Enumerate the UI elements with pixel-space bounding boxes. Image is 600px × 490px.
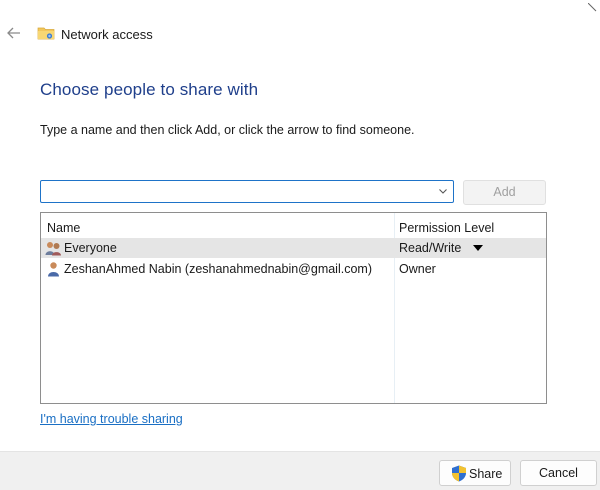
list-row-owner[interactable]: ZeshanAhmed Nabin (zeshanahmednabin@gmai… [41,259,546,279]
row-permission: Owner [399,262,436,276]
instruction-text: Type a name and then click Add, or click… [40,123,415,137]
back-arrow-icon [7,27,20,39]
share-button[interactable]: Share [439,460,511,486]
list-row-everyone[interactable]: Everyone Read/Write [41,238,546,258]
column-header-name[interactable]: Name [47,221,80,235]
uac-shield-icon [451,465,467,482]
share-label: Share [469,467,503,481]
back-button[interactable] [4,23,24,43]
column-header-permission[interactable]: Permission Level [399,221,494,235]
close-icon[interactable] [587,0,600,12]
row-name: ZeshanAhmed Nabin (zeshanahmednabin@gmai… [64,262,372,276]
trouble-sharing-link[interactable]: I'm having trouble sharing [40,412,183,426]
users-group-icon [45,240,62,256]
page-heading: Choose people to share with [40,80,259,99]
name-input[interactable] [45,183,429,202]
name-combo-box[interactable] [40,180,454,203]
row-name: Everyone [64,241,117,255]
cancel-button[interactable]: Cancel [520,460,597,486]
row-permission: Read/Write [399,241,462,255]
window-title: Network access [61,27,153,42]
permission-dropdown-arrow-icon[interactable] [473,245,483,251]
shared-folder-icon [37,25,55,41]
user-icon [45,261,62,277]
chevron-down-icon[interactable] [438,186,448,196]
add-button[interactable]: Add [463,180,546,205]
people-list[interactable]: Name Permission Level Everyone Read/Writ… [40,212,547,404]
